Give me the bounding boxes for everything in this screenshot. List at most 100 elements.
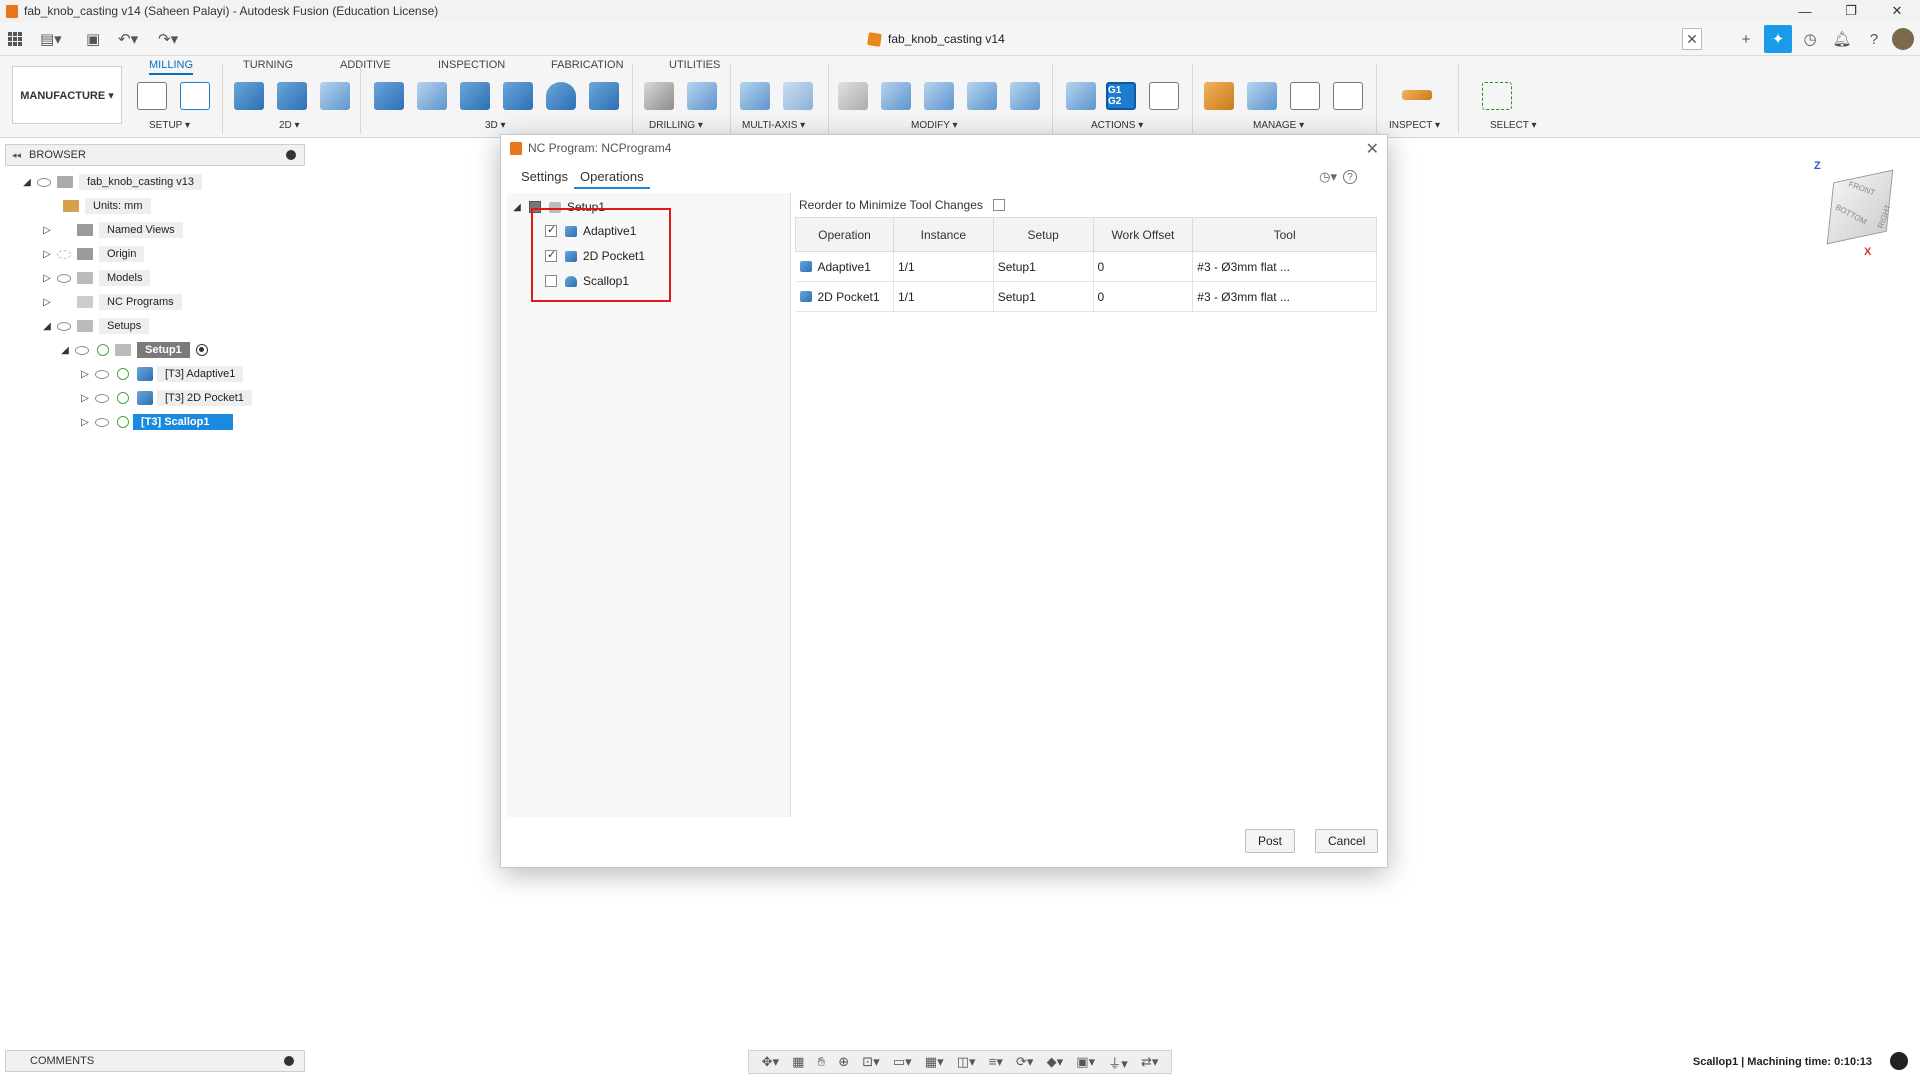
collapse-icon[interactable]: ◢ [59,345,71,356]
simulate-tool[interactable] [1008,80,1042,112]
reorder-option[interactable]: Reorder to Minimize Tool Changes [799,198,1013,212]
history-icon[interactable]: ◷▾ [1319,169,1337,185]
tab-additive[interactable]: ADDITIVE [340,59,391,71]
face-tool[interactable] [318,80,352,112]
scallop-tool[interactable] [544,80,578,112]
tree-origin[interactable]: ▷ Origin [41,244,145,264]
simulate-action-tool[interactable] [1064,80,1098,112]
group-drilling[interactable]: DRILLING ▾ [649,120,703,131]
3d-pocket-tool[interactable] [415,80,449,112]
nc-program-tool[interactable] [178,80,212,112]
group-multi-axis[interactable]: MULTI-AXIS ▾ [742,120,805,131]
swarf-tool[interactable] [781,80,815,112]
drill-tool[interactable] [642,80,676,112]
column-header[interactable]: Setup [992,217,1094,252]
status-indicator-icon[interactable] [1890,1052,1908,1070]
expand-icon[interactable]: ▷ [41,249,53,260]
close-tab-button[interactable]: ✕ [1682,28,1702,50]
table-row[interactable]: 2D Pocket1 1/1 Setup1 0 #3 - Ø3mm flat .… [795,281,1377,312]
shading-icon[interactable]: ◆▾ [1047,1054,1064,1070]
dialog-title-bar[interactable]: NC Program: NCProgram4 ✕ [501,135,1387,161]
document-tab[interactable]: fab_knob_casting v14 [867,28,1005,50]
trim-tool[interactable] [836,80,870,112]
tool-library-tool[interactable] [1202,80,1236,112]
group-manage[interactable]: MANAGE ▾ [1253,120,1304,131]
group-modify[interactable]: MODIFY ▾ [911,120,958,131]
tree-op-2d-pocket1[interactable]: ▷ [T3] 2D Pocket1 [79,388,252,408]
visibility-icon[interactable] [37,177,51,187]
activate-target-icon[interactable] [195,344,208,356]
redo-icon[interactable]: ↷▾ [158,30,178,48]
machine-library-tool[interactable] [1245,80,1279,112]
select-tool[interactable] [1480,80,1514,112]
orbit-icon[interactable]: ✥▾ [762,1054,779,1070]
cell-work-offset[interactable]: 0 [1093,251,1194,282]
collapse-icon[interactable]: ◢ [511,202,523,213]
tab-milling[interactable]: MILLING [149,59,194,75]
visibility-icon[interactable] [75,345,89,355]
restore-button[interactable]: ❐ [1828,0,1874,22]
hidden-visibility-icon[interactable] [57,249,71,259]
tab-utilities[interactable]: UTILITIES [669,59,720,71]
tab-operations[interactable]: Operations [573,165,650,189]
fit-icon[interactable]: ⊡▾ [862,1054,879,1070]
2d-pocket-tool[interactable] [275,80,309,112]
close-icon[interactable]: ✕ [1366,139,1379,159]
workspace-switcher[interactable]: MANUFACTURE ▾ [12,66,122,124]
visibility-icon[interactable] [95,369,109,379]
add-comment-icon[interactable] [284,1056,294,1066]
expand-icon[interactable]: ▷ [79,417,91,428]
viewcube[interactable]: FRONT BOTTOM RIGHT Z X [1810,160,1910,260]
tree-models[interactable]: ▷ Models [41,268,151,288]
visibility-icon[interactable] [57,273,71,283]
display-settings-icon[interactable]: ▭▾ [893,1054,912,1070]
save-icon[interactable]: ▣ [86,30,100,48]
expand-icon[interactable]: ▷ [41,273,53,284]
group-3d[interactable]: 3D ▾ [485,120,506,131]
comments-panel[interactable]: COMMENTS [5,1050,305,1072]
job-status-icon[interactable]: ◷ [1796,25,1824,53]
new-setup-tool[interactable] [135,80,169,112]
post-process-tool[interactable]: G1 G2 [1104,80,1138,112]
column-header[interactable]: Operation [795,217,894,252]
tab-inspection[interactable]: INSPECTION [438,59,505,71]
expand-icon[interactable]: ▷ [41,297,53,308]
help-icon[interactable]: ? [1343,170,1357,184]
tree-named-views[interactable]: ▷ Named Views [41,220,183,240]
tree-op-scallop1[interactable]: ▷ [T3] Scallop1 [79,412,234,432]
expand-icon[interactable]: ▷ [41,225,53,236]
column-header[interactable]: Instance [892,217,994,252]
section-icon[interactable]: ≡▾ [989,1054,1003,1070]
tab-settings[interactable]: Settings [515,165,574,189]
look-at-icon[interactable]: ▦ [792,1054,804,1070]
expand-icon[interactable]: ▷ [79,369,91,380]
visibility-icon[interactable] [95,417,109,427]
camera-icon[interactable]: ▣▾ [1076,1054,1095,1070]
cancel-button[interactable]: Cancel [1315,829,1379,853]
steep-shallow-tool[interactable] [458,80,492,112]
visibility-icon[interactable] [57,321,71,331]
close-window-button[interactable]: ✕ [1874,0,1920,22]
tree-setup1[interactable]: ◢ Setup1 [59,340,208,360]
tab-turning[interactable]: TURNING [243,59,293,71]
file-menu-icon[interactable]: ▤▾ [40,30,62,48]
collapse-browser-icon[interactable]: ◂◂ [12,150,21,161]
post-library-tool[interactable] [1288,80,1322,112]
browser-header[interactable]: ◂◂ BROWSER [5,144,305,166]
group-actions[interactable]: ACTIONS ▾ [1091,120,1143,131]
duplicate-tool[interactable] [922,80,956,112]
app-grid-icon[interactable] [8,32,22,46]
reorder-checkbox[interactable] [992,199,1005,211]
group-setup[interactable]: SETUP ▾ [149,120,190,131]
user-avatar[interactable] [1892,28,1914,50]
expand-icon[interactable]: ◢ [21,177,33,188]
viewports-icon[interactable]: ◫▾ [957,1054,976,1070]
pan-icon[interactable]: ✋︎ [818,1054,825,1070]
visibility-icon[interactable] [95,393,109,403]
zoom-icon[interactable]: ⊕ [838,1054,849,1070]
table-row[interactable]: Adaptive1 1/1 Setup1 0 #3 - Ø3mm flat ..… [795,251,1377,282]
refresh-icon[interactable]: ⟳▾ [1016,1054,1033,1070]
group-2d[interactable]: 2D ▾ [279,120,300,131]
parallel-tool[interactable] [587,80,621,112]
undo-icon[interactable]: ↶▾ [118,30,138,48]
